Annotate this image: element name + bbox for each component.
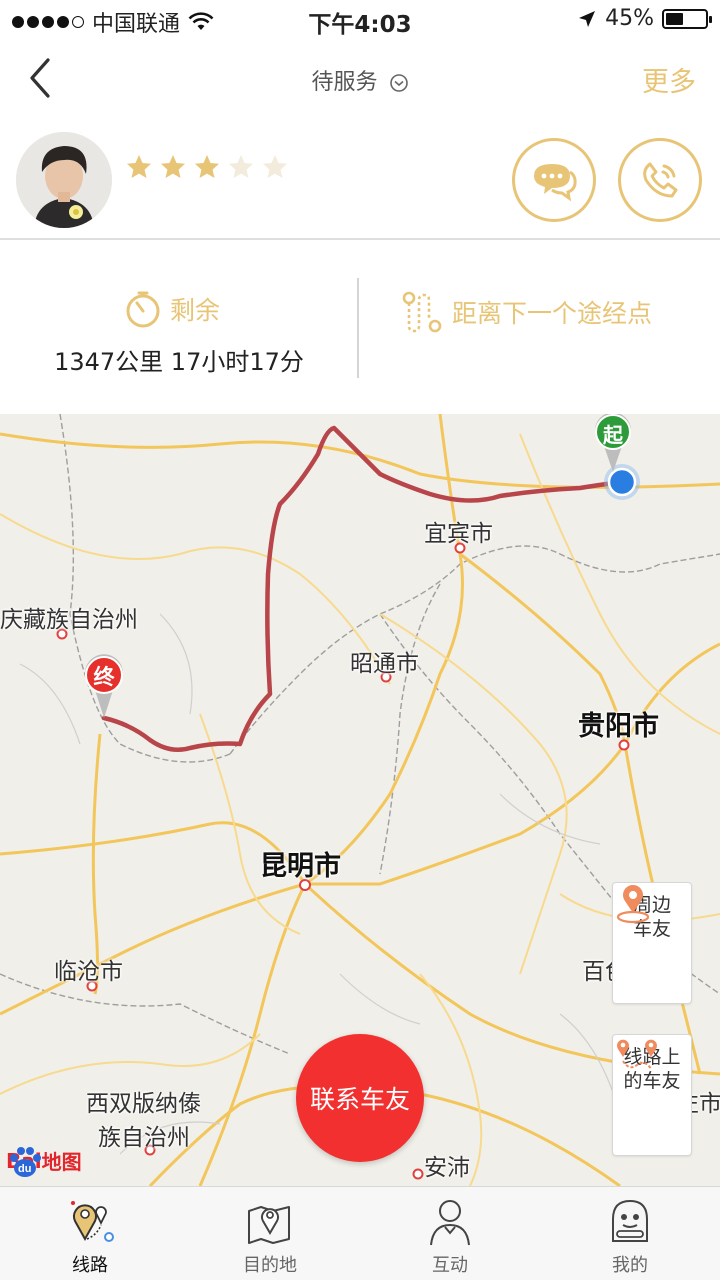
city-label: 西双版纳傣 xyxy=(86,1091,201,1117)
status-right: 45% xyxy=(577,6,712,31)
next-waypoint-label: 距离下一个途经点 xyxy=(452,299,653,328)
star-empty-icon xyxy=(263,155,287,178)
city-label: 庆藏族自治州 xyxy=(0,607,138,633)
battery-percent: 45% xyxy=(605,6,654,31)
end-marker-label: 终 xyxy=(93,665,115,689)
tab-interact[interactable]: 互动 xyxy=(360,1187,540,1280)
city-label: 宜宾市 xyxy=(424,521,493,547)
status-bar: 中国联通 下午4:03 45% xyxy=(0,0,720,40)
route-riders-icon xyxy=(617,1039,657,1070)
phone-icon xyxy=(643,162,678,198)
city-label: 昭通市 xyxy=(350,651,419,677)
trip-info: 剩余 1347公里 17小时17分 距离下一个途经点 xyxy=(0,242,720,414)
tab-mine[interactable]: 我的 xyxy=(540,1187,720,1280)
avatar-image xyxy=(16,132,112,228)
star-empty-icon xyxy=(229,155,253,178)
call-button[interactable] xyxy=(618,138,702,222)
info-divider xyxy=(357,278,359,378)
more-button[interactable]: 更多 xyxy=(642,60,696,99)
next-waypoint-header: 距离下一个途经点 xyxy=(400,290,652,334)
star-filled-icon xyxy=(161,155,185,178)
battery-level xyxy=(666,12,684,25)
location-arrow-icon xyxy=(579,10,596,27)
route-path-icon xyxy=(402,291,442,333)
city-label: 临沧市 xyxy=(54,959,123,985)
contact-riders-button[interactable]: 联系车友 xyxy=(296,1034,424,1162)
nearby-riders-button[interactable]: 周边 车友 xyxy=(612,882,692,1004)
remaining-header: 剩余 xyxy=(124,290,220,328)
baidu-map-logo: Bai du 地图 xyxy=(6,1146,82,1177)
logo-text-map: 地图 xyxy=(41,1150,82,1174)
tab-route[interactable]: 线路 xyxy=(0,1187,180,1280)
tab-label: 互动 xyxy=(432,1255,468,1276)
battery-icon xyxy=(662,8,712,29)
start-marker-label: 起 xyxy=(603,423,623,447)
next-waypoint-panel[interactable]: 距离下一个途经点 xyxy=(360,242,720,414)
map-pin-icon xyxy=(248,1206,290,1244)
remaining-label: 剩余 xyxy=(170,296,221,325)
remaining-value: 1347公里 17小时17分 xyxy=(54,348,304,376)
order-status-dropdown[interactable]: 待服务 xyxy=(0,64,720,96)
tab-label: 线路 xyxy=(72,1255,108,1276)
driver-row xyxy=(0,118,720,240)
star-filled-icon xyxy=(195,155,219,178)
tab-label: 目的地 xyxy=(243,1255,297,1276)
tab-destination[interactable]: 目的地 xyxy=(180,1187,360,1280)
tab-label: 我的 xyxy=(612,1255,648,1276)
chat-bubbles-icon xyxy=(534,164,577,202)
page-title: 待服务 xyxy=(311,70,378,95)
end-marker[interactable]: 终 xyxy=(80,652,128,720)
city-label: 昆明市 xyxy=(260,851,341,882)
star-filled-icon xyxy=(127,155,151,178)
map-view[interactable]: 起 终 宜宾市 庆藏族自治州 昭通市 贵阳市 昆明市 临沧市 百色市 西双版纳傣… xyxy=(0,414,720,1186)
timer-icon xyxy=(126,291,160,328)
mascot-icon xyxy=(612,1199,648,1242)
chat-button[interactable] xyxy=(512,138,596,222)
nearby-pin-icon xyxy=(616,885,650,924)
tab-bar: 线路 目的地 互动 我的 xyxy=(0,1186,720,1280)
person-icon xyxy=(430,1200,470,1246)
avatar[interactable] xyxy=(16,132,112,228)
remaining-panel: 剩余 1347公里 17小时17分 xyxy=(0,242,358,414)
svg-text:du: du xyxy=(18,1163,31,1175)
city-label: 族自治州 xyxy=(98,1125,190,1151)
screen: 中国联通 下午4:03 45% 待服务 更多 剩余 1347公里 17小时17分… xyxy=(0,0,720,1280)
paw-icon: du xyxy=(10,1147,41,1177)
chevron-down-circle-icon xyxy=(389,74,408,92)
rating-stars xyxy=(126,154,288,180)
route-riders-button[interactable]: 线路上 的车友 xyxy=(612,1034,692,1156)
city-label: 安沛 xyxy=(424,1155,470,1181)
city-label: 贵阳市 xyxy=(578,711,659,742)
route-pin-icon xyxy=(71,1201,114,1242)
nav-bar: 待服务 更多 xyxy=(0,40,720,118)
start-marker[interactable]: 起 xyxy=(590,414,636,474)
